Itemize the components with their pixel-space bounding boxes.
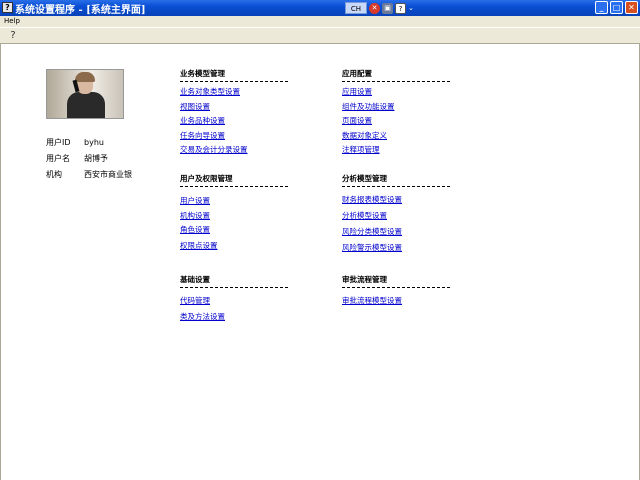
- user-id-label: 用户ID: [46, 138, 71, 147]
- link-business-object-type[interactable]: 业务对象类型设置: [180, 85, 290, 100]
- link-app-settings[interactable]: 应用设置: [342, 85, 452, 100]
- link-business-product[interactable]: 业务品种设置: [180, 114, 290, 129]
- link-user-settings[interactable]: 用户设置: [180, 194, 290, 209]
- link-task-wizard[interactable]: 任务向导设置: [180, 129, 290, 144]
- ime-language-button[interactable]: CH: [345, 2, 367, 14]
- user-photo: [46, 69, 124, 119]
- link-view-settings[interactable]: 视图设置: [180, 100, 290, 115]
- ime-toolbar: CH ✕ ▣ ? ⌄: [345, 2, 414, 14]
- user-name-value: 胡博予: [84, 154, 108, 163]
- section-title: 用户及权限管理: [180, 173, 288, 187]
- link-component-function[interactable]: 组件及功能设置: [342, 100, 452, 115]
- menu-help[interactable]: Help: [4, 16, 20, 27]
- toolbar: ?: [0, 27, 640, 44]
- link-analysis-model[interactable]: 分析模型设置: [342, 208, 452, 224]
- section-basic-settings: 基础设置 代码管理 类及方法设置: [180, 274, 290, 325]
- section-business-model: 业务模型管理 业务对象类型设置 视图设置 业务品种设置 任务向导设置 交易及会计…: [180, 68, 290, 158]
- title-bar: ? 系统设置程序 - [系统主界面] CH ✕ ▣ ? ⌄ _ □ ✕: [0, 0, 640, 16]
- section-approval-flow: 审批流程管理 审批流程模型设置: [342, 274, 452, 309]
- window-controls: _ □ ✕: [595, 1, 638, 14]
- ime-help-icon[interactable]: ?: [395, 2, 406, 14]
- user-info: 用户ID byhu 用户名 胡博予 机构 西安市商业银: [46, 137, 132, 185]
- user-id-value: byhu: [84, 138, 104, 147]
- menu-bar: Help: [0, 16, 640, 27]
- user-name-row: 用户名 胡博予: [46, 153, 132, 169]
- ime-close-icon[interactable]: ✕: [369, 2, 380, 14]
- ime-settings-icon[interactable]: ▣: [382, 2, 393, 14]
- user-org-value: 西安市商业银: [84, 170, 132, 179]
- help-icon[interactable]: ?: [7, 30, 19, 42]
- section-analysis-model: 分析模型管理 财务报表模型设置 分析模型设置 风险分类模型设置 风险警示模型设置: [342, 173, 452, 256]
- ime-options-chevron-icon[interactable]: ⌄: [408, 4, 414, 12]
- user-org-row: 机构 西安市商业银: [46, 169, 132, 185]
- minimize-button[interactable]: _: [595, 1, 608, 14]
- link-risk-classification-model[interactable]: 风险分类模型设置: [342, 224, 452, 240]
- link-role-settings[interactable]: 角色设置: [180, 223, 290, 238]
- link-financial-report-model[interactable]: 财务报表模型设置: [342, 192, 452, 208]
- user-name-label: 用户名: [46, 154, 70, 163]
- link-permission-point[interactable]: 权限点设置: [180, 238, 290, 254]
- link-transaction-accounting[interactable]: 交易及会计分录设置: [180, 143, 290, 158]
- link-approval-flow-model[interactable]: 审批流程模型设置: [342, 293, 452, 309]
- main-content: 用户ID byhu 用户名 胡博予 机构 西安市商业银 业务模型管理 业务对象类型设置…: [0, 44, 640, 480]
- section-title: 审批流程管理: [342, 274, 450, 288]
- link-org-settings[interactable]: 机构设置: [180, 209, 290, 224]
- section-app-config: 应用配置 应用设置 组件及功能设置 页面设置 数据对象定义 注释项管理: [342, 68, 452, 158]
- user-id-row: 用户ID byhu: [46, 137, 132, 153]
- link-page-settings[interactable]: 页面设置: [342, 114, 452, 129]
- user-org-label: 机构: [46, 170, 62, 179]
- link-code-management[interactable]: 代码管理: [180, 293, 290, 309]
- section-title: 业务模型管理: [180, 68, 288, 82]
- link-risk-warning-model[interactable]: 风险警示模型设置: [342, 240, 452, 256]
- link-data-object-definition[interactable]: 数据对象定义: [342, 129, 452, 144]
- section-user-permission: 用户及权限管理 用户设置 机构设置 角色设置 权限点设置: [180, 173, 290, 254]
- link-annotation-management[interactable]: 注释项管理: [342, 143, 452, 158]
- section-title: 基础设置: [180, 274, 288, 288]
- app-icon[interactable]: ?: [2, 2, 13, 13]
- section-title: 分析模型管理: [342, 173, 450, 187]
- close-button[interactable]: ✕: [625, 1, 638, 14]
- maximize-button[interactable]: □: [610, 1, 623, 14]
- link-class-method-settings[interactable]: 类及方法设置: [180, 309, 290, 325]
- section-title: 应用配置: [342, 68, 450, 82]
- window-title: 系统设置程序 - [系统主界面]: [15, 5, 146, 16]
